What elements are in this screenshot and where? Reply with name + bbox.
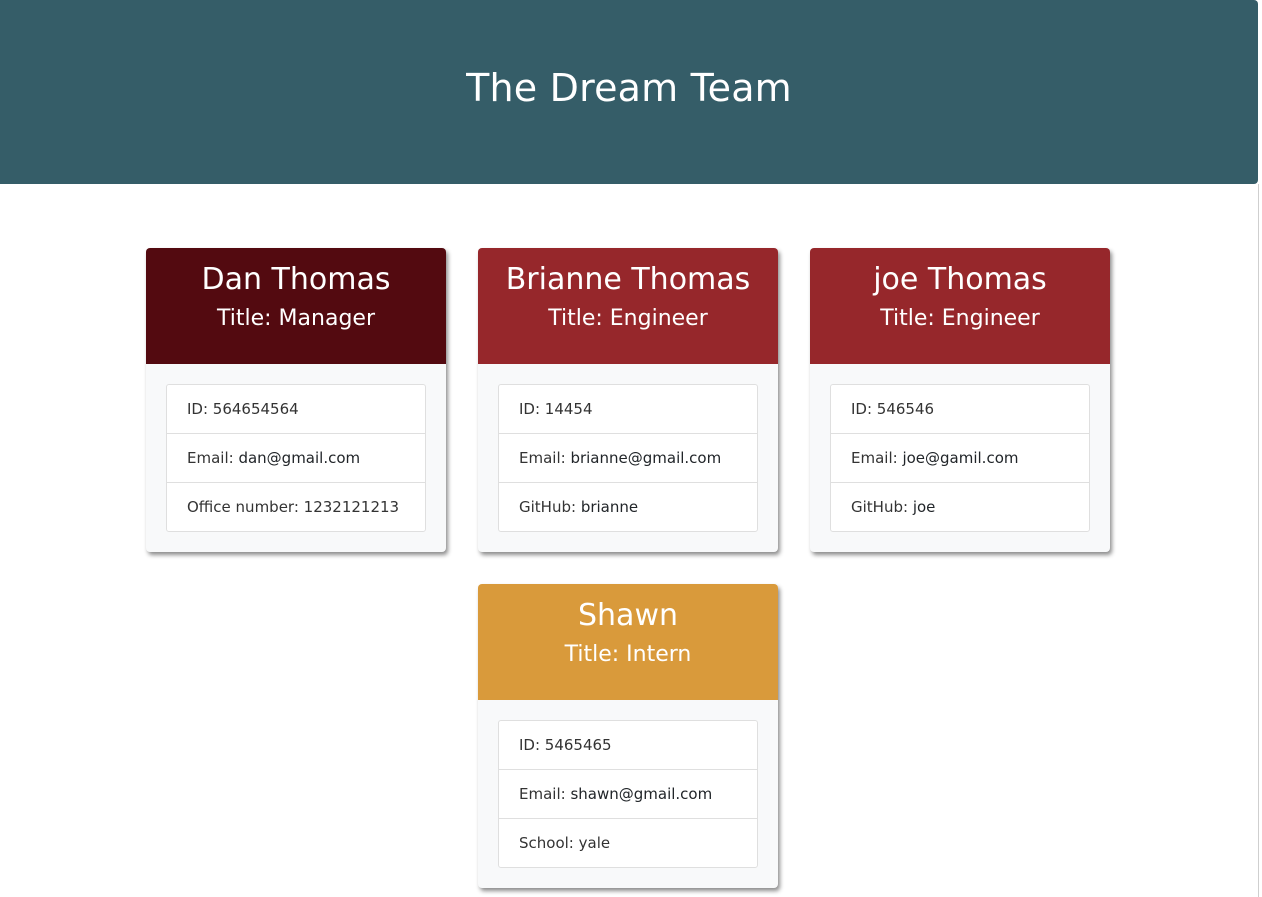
employee-card-intern: Shawn Title: Intern ID: 5465465 Email: s… bbox=[478, 584, 778, 888]
header-banner: The Dream Team bbox=[0, 0, 1258, 184]
email-link[interactable]: dan@gmail.com bbox=[238, 449, 360, 467]
employee-name: Brianne Thomas bbox=[505, 262, 751, 297]
employee-title: Title: Engineer bbox=[880, 306, 1040, 331]
email-item: Email: joe@gamil.com bbox=[831, 433, 1089, 482]
employee-card-engineer: joe Thomas Title: Engineer ID: 546546 Em… bbox=[810, 248, 1110, 552]
employee-card-manager: Dan Thomas Title: Manager ID: 564654564 … bbox=[146, 248, 446, 552]
github-link[interactable]: joe bbox=[913, 498, 936, 516]
page-title: The Dream Team bbox=[466, 66, 792, 110]
email-link[interactable]: shawn@gmail.com bbox=[570, 785, 712, 803]
card-header: Shawn Title: Intern bbox=[478, 584, 778, 700]
card-body: ID: 564654564 Email: dan@gmail.com Offic… bbox=[146, 364, 446, 552]
email-link[interactable]: joe@gamil.com bbox=[902, 449, 1018, 467]
card-body: ID: 5465465 Email: shawn@gmail.com Schoo… bbox=[478, 700, 778, 888]
employee-title: Title: Engineer bbox=[548, 306, 708, 331]
employee-title: Title: Manager bbox=[217, 306, 375, 331]
email-link[interactable]: brianne@gmail.com bbox=[570, 449, 721, 467]
id-item: ID: 546546 bbox=[851, 400, 935, 418]
school-item: School: yale bbox=[499, 818, 757, 867]
employee-card-engineer: Brianne Thomas Title: Engineer ID: 14454… bbox=[478, 248, 778, 552]
id-item: ID: 14454 bbox=[519, 400, 593, 418]
github-item: GitHub: brianne bbox=[499, 482, 757, 531]
card-body: ID: 546546 Email: joe@gamil.com GitHub: … bbox=[810, 364, 1110, 552]
employee-name: joe Thomas bbox=[873, 262, 1047, 297]
email-label: Email: bbox=[851, 449, 903, 467]
github-label: GitHub: bbox=[519, 498, 581, 516]
employee-name: Shawn bbox=[578, 598, 678, 633]
card-header: joe Thomas Title: Engineer bbox=[810, 248, 1110, 364]
info-list: ID: 5465465 Email: shawn@gmail.com Schoo… bbox=[498, 720, 758, 868]
info-list: ID: 14454 Email: brianne@gmail.com GitHu… bbox=[498, 384, 758, 532]
email-item: Email: shawn@gmail.com bbox=[499, 769, 757, 818]
email-item: Email: dan@gmail.com bbox=[167, 433, 425, 482]
id-item: ID: 5465465 bbox=[519, 736, 612, 754]
email-label: Email: bbox=[519, 449, 571, 467]
office-number-item: Office number: 1232121213 bbox=[167, 482, 425, 531]
card-header: Dan Thomas Title: Manager bbox=[146, 248, 446, 364]
github-label: GitHub: bbox=[851, 498, 913, 516]
scrollbar-track[interactable] bbox=[1258, 184, 1259, 897]
employee-title: Title: Intern bbox=[564, 642, 692, 667]
card-header: Brianne Thomas Title: Engineer bbox=[478, 248, 778, 364]
info-list: ID: 564654564 Email: dan@gmail.com Offic… bbox=[166, 384, 426, 532]
id-item: ID: 564654564 bbox=[187, 400, 299, 418]
email-item: Email: brianne@gmail.com bbox=[499, 433, 757, 482]
github-item: GitHub: joe bbox=[831, 482, 1089, 531]
email-label: Email: bbox=[519, 785, 571, 803]
employee-name: Dan Thomas bbox=[201, 262, 391, 297]
github-link[interactable]: brianne bbox=[581, 498, 638, 516]
page: The Dream Team Dan Thomas Title: Manager… bbox=[0, 0, 1262, 897]
email-label: Email: bbox=[187, 449, 239, 467]
card-body: ID: 14454 Email: brianne@gmail.com GitHu… bbox=[478, 364, 778, 552]
info-list: ID: 546546 Email: joe@gamil.com GitHub: … bbox=[830, 384, 1090, 532]
